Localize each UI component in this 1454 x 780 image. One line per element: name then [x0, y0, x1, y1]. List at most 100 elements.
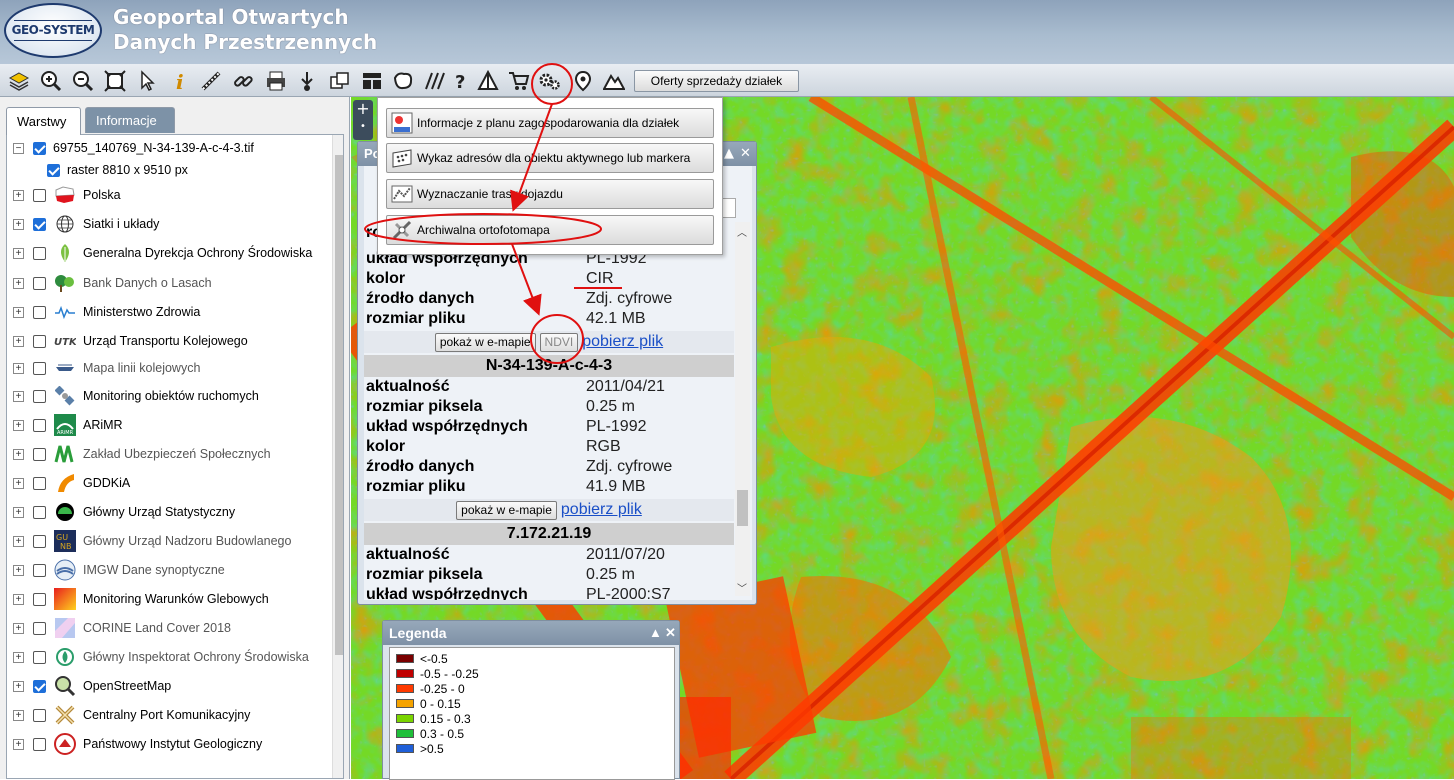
terrain-icon[interactable] [601, 68, 627, 94]
scrollbar-thumb[interactable] [335, 155, 343, 655]
expand-icon[interactable]: + [13, 247, 24, 259]
menu-item-addresses[interactable]: Wykaz adresów dla obiektu aktywnego lub … [386, 143, 714, 173]
popup-scrollbar[interactable]: ︿ ﹀ [735, 222, 750, 596]
expand-icon[interactable]: + [13, 651, 24, 663]
expand-icon[interactable]: + [13, 506, 24, 518]
expand-icon[interactable]: + [13, 277, 24, 289]
layer-row[interactable]: + Państwowy Instytut Geologiczny [7, 733, 327, 755]
expand-icon[interactable]: + [13, 622, 24, 634]
layer-row[interactable]: + Zakład Ubezpieczeń Społecznych [7, 443, 327, 465]
zoom-in-icon[interactable] [38, 68, 64, 94]
layer-checkbox[interactable] [33, 276, 46, 290]
layer-row[interactable]: + Mapa linii kolejowych [7, 357, 327, 379]
legend-header[interactable]: Legenda ▲ ✕ [383, 621, 679, 645]
expand-icon[interactable]: + [13, 593, 24, 605]
ndvi-button[interactable]: NDVI [539, 332, 579, 352]
layer-checkbox[interactable] [33, 621, 46, 635]
layer-checkbox[interactable] [33, 305, 46, 319]
expand-icon[interactable]: + [13, 362, 24, 374]
expand-icon[interactable]: + [13, 564, 24, 576]
layer-row[interactable]: + UTK Urząd Transportu Kolejowego [7, 330, 327, 352]
layer-row[interactable]: + Główny Urząd Statystyczny [7, 501, 327, 523]
layer-row[interactable]: + ARiMR ARiMR [7, 414, 327, 436]
popup-collapse-button[interactable]: ▲ [724, 146, 734, 161]
hatch-icon[interactable] [422, 68, 448, 94]
layer-checkbox[interactable] [33, 534, 46, 548]
expand-icon[interactable]: + [13, 390, 24, 402]
layer-checkbox[interactable] [33, 447, 46, 461]
layer-row[interactable]: − 69755_140769_N-34-139-A-c-4-3.tif [7, 137, 327, 159]
layer-row[interactable]: + Generalna Dyrekcja Ochrony Środowiska [7, 242, 327, 264]
triangle-icon[interactable] [475, 68, 501, 94]
expand-icon[interactable]: + [13, 189, 24, 201]
layer-checkbox[interactable] [47, 163, 60, 177]
menu-item-archive-ortho[interactable]: Archiwalna ortofotomapa [386, 215, 714, 245]
layer-checkbox[interactable] [33, 188, 46, 202]
expand-icon[interactable]: + [13, 535, 24, 547]
measure-link-icon[interactable] [230, 68, 256, 94]
layer-row[interactable]: + Centralny Port Komunikacyjny [7, 704, 327, 726]
layer-checkbox[interactable] [33, 563, 46, 577]
cart-icon[interactable] [506, 68, 532, 94]
expand-icon[interactable]: + [13, 709, 24, 721]
layer-row[interactable]: raster 8810 x 9510 px [7, 159, 327, 181]
layer-row[interactable]: + IMGW Dane synoptyczne [7, 559, 327, 581]
download-file-link[interactable]: pobierz plik [561, 501, 642, 519]
layer-row[interactable]: + Monitoring obiektów ruchomych [7, 385, 327, 407]
legend-close-button[interactable]: ✕ [665, 621, 676, 645]
expand-icon[interactable]: + [13, 738, 24, 750]
info-icon[interactable]: i [166, 68, 192, 94]
tab-warstwy[interactable]: Warstwy [6, 107, 81, 135]
zoom-control[interactable]: + • [353, 100, 373, 140]
expand-icon[interactable]: + [13, 306, 24, 318]
layer-checkbox[interactable] [33, 476, 46, 490]
layer-checkbox[interactable] [33, 217, 46, 231]
layer-row[interactable]: + Polska [7, 184, 327, 206]
download-icon[interactable] [294, 68, 320, 94]
area-icon[interactable] [390, 68, 416, 94]
expand-icon[interactable]: + [13, 477, 24, 489]
menu-item-mpzp[interactable]: Informacje z planu zagospodarowania dla … [386, 108, 714, 138]
layer-checkbox[interactable] [33, 679, 46, 693]
collapse-icon[interactable]: − [13, 142, 24, 154]
layer-checkbox[interactable] [33, 650, 46, 664]
layer-checkbox[interactable] [33, 389, 46, 403]
layout-icon[interactable] [359, 68, 385, 94]
layer-row[interactable]: + GDDKiA [7, 472, 327, 494]
expand-icon[interactable]: + [13, 419, 24, 431]
zoom-minus-icon[interactable]: • [353, 118, 373, 136]
zoom-extent-icon[interactable] [102, 68, 128, 94]
menu-item-route[interactable]: Wyznaczanie trasy dojazdu [386, 179, 714, 209]
tab-informacje[interactable]: Informacje [85, 107, 175, 133]
copy-icon[interactable] [327, 68, 353, 94]
layer-checkbox[interactable] [33, 418, 46, 432]
show-in-emap-button[interactable]: pokaż w e-mapie [456, 500, 557, 520]
layer-checkbox[interactable] [33, 334, 46, 348]
layer-checkbox[interactable] [33, 246, 46, 260]
help-icon[interactable]: ? [447, 68, 473, 94]
expand-icon[interactable]: + [13, 218, 24, 230]
layer-checkbox[interactable] [33, 592, 46, 606]
layer-row[interactable]: + Główny Inspektorat Ochrony Środowiska [7, 646, 327, 668]
layer-checkbox[interactable] [33, 141, 46, 155]
layer-row[interactable]: + Ministerstwo Zdrowia [7, 301, 327, 323]
layer-tree-scrollbar[interactable] [332, 135, 343, 778]
legend-collapse-button[interactable]: ▲ [649, 621, 662, 645]
layer-row[interactable]: + Siatki i układy [7, 213, 327, 235]
print-icon[interactable] [263, 68, 289, 94]
layer-row[interactable]: + GU NB Główny Urząd Nadzoru Budowlanego [7, 530, 327, 552]
location-pin-icon[interactable] [570, 68, 596, 94]
layer-checkbox[interactable] [33, 737, 46, 751]
scroll-up-icon[interactable]: ︿ [737, 224, 747, 239]
layer-row[interactable]: + OpenStreetMap [7, 675, 327, 697]
measure-distance-icon[interactable] [198, 68, 224, 94]
layer-checkbox[interactable] [33, 361, 46, 375]
pointer-icon[interactable] [134, 68, 160, 94]
layer-row[interactable]: + CORINE Land Cover 2018 [7, 617, 327, 639]
layer-checkbox[interactable] [33, 505, 46, 519]
show-in-emap-button[interactable]: pokaż w e-mapie [434, 332, 536, 352]
tools-gears-icon[interactable] [537, 68, 563, 94]
layer-row[interactable]: + Monitoring Warunków Glebowych [7, 588, 327, 610]
zoom-plus-icon[interactable]: + [353, 100, 373, 118]
scroll-down-icon[interactable]: ﹀ [737, 580, 747, 595]
